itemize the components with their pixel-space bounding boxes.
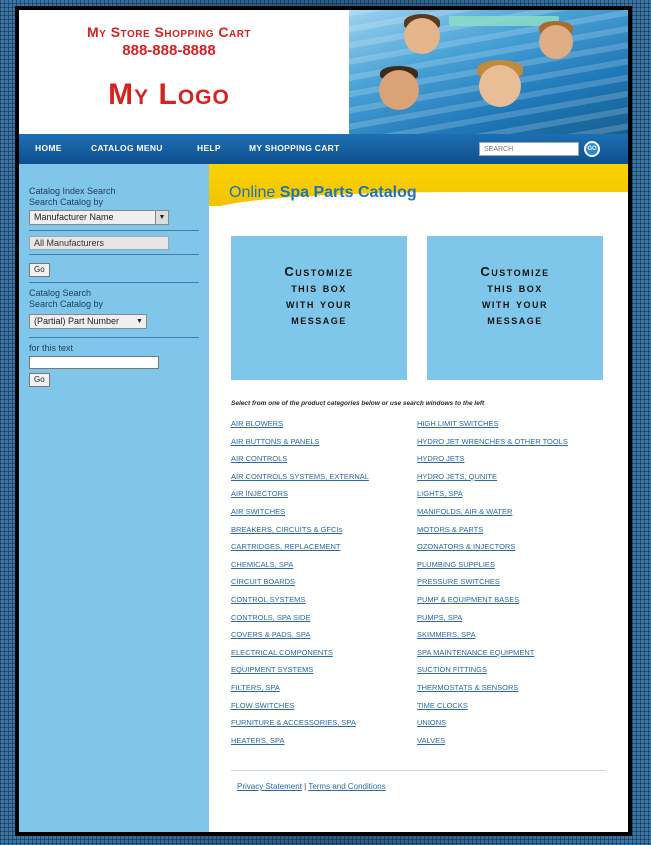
- promo-box-2[interactable]: Customize this box with your message: [427, 236, 603, 380]
- divider: [29, 254, 199, 255]
- category-link[interactable]: VALVES: [417, 732, 568, 750]
- search-input[interactable]: [479, 142, 579, 156]
- search-go-button[interactable]: GO: [584, 141, 600, 157]
- main-content: Online Spa Parts Catalog Customize this …: [209, 164, 628, 832]
- swimmer: [539, 25, 573, 59]
- catalog-search-label: Catalog Search: [29, 288, 92, 298]
- category-link[interactable]: THERMOSTATS & SENSORS: [417, 679, 568, 697]
- promo-box-1[interactable]: Customize this box with your message: [231, 236, 407, 380]
- category-link[interactable]: FLOW SWITCHES: [231, 697, 369, 715]
- store-name: My Store Shopping Cart: [86, 24, 252, 40]
- category-link[interactable]: FURNITURE & ACCESSORIES, SPA: [231, 714, 369, 732]
- header: My Store Shopping Cart 888-888-8888 My L…: [19, 10, 628, 134]
- category-link[interactable]: LIGHTS, SPA: [417, 485, 568, 503]
- category-link[interactable]: OZONATORS & INJECTORS: [417, 538, 568, 556]
- nav-my-shopping-cart[interactable]: MY SHOPPING CART: [249, 143, 340, 153]
- page: My Store Shopping Cart 888-888-8888 My L…: [19, 10, 628, 832]
- category-link[interactable]: HYDRO JETS: [417, 450, 568, 468]
- nav-catalog-menu[interactable]: CATALOG MENU: [91, 143, 163, 153]
- category-link[interactable]: PRESSURE SWITCHES: [417, 573, 568, 591]
- all-manufacturers-field[interactable]: All Manufacturers: [29, 236, 169, 250]
- category-link[interactable]: HEATERS, SPA: [231, 732, 369, 750]
- category-link[interactable]: PUMP & EQUIPMENT BASES: [417, 591, 568, 609]
- category-link[interactable]: HYDRO JETS, QUNITE: [417, 468, 568, 486]
- terms-and-conditions-link[interactable]: Terms and Conditions: [308, 782, 385, 791]
- category-link[interactable]: AIR CONTROLS SYSTEMS, EXTERNAL: [231, 468, 369, 486]
- catalog-search-go-button[interactable]: Go: [29, 373, 50, 387]
- category-link[interactable]: PUMPS, SPA: [417, 609, 568, 627]
- manufacturer-select-value: Manufacturer Name: [34, 212, 114, 222]
- search-text-input[interactable]: [29, 356, 159, 369]
- catalog-index-search-label: Catalog Index Search: [29, 186, 116, 196]
- category-link[interactable]: CONTROL SYSTEMS: [231, 591, 369, 609]
- promo-line: with your: [285, 296, 353, 311]
- store-logo[interactable]: My Logo: [49, 78, 289, 112]
- divider: [29, 282, 199, 283]
- manufacturer-select[interactable]: Manufacturer Name ▼: [29, 210, 169, 225]
- swimmer: [479, 65, 521, 107]
- category-link[interactable]: AIR INJECTORS: [231, 485, 369, 503]
- nav-help[interactable]: HELP: [197, 143, 221, 153]
- category-link[interactable]: CIRCUIT BOARDS: [231, 573, 369, 591]
- category-link[interactable]: HYDRO JET WRENCHES & OTHER TOOLS: [417, 433, 568, 451]
- store-phone: 888-888-8888: [122, 42, 216, 59]
- chevron-down-icon: ▼: [155, 211, 168, 224]
- category-list-right: HIGH LIMIT SWITCHES HYDRO JET WRENCHES &…: [417, 415, 568, 749]
- category-link[interactable]: CARTRIDGES, REPLACEMENT: [231, 538, 369, 556]
- promo-line: this box: [291, 280, 347, 295]
- category-link[interactable]: FILTERS, SPA: [231, 679, 369, 697]
- nav-bar: HOME CATALOG MENU HELP MY SHOPPING CART …: [19, 134, 628, 164]
- promo-line: this box: [487, 280, 543, 295]
- promo-line: with your: [481, 296, 549, 311]
- category-link[interactable]: EQUIPMENT SYSTEMS: [231, 661, 369, 679]
- privacy-statement-link[interactable]: Privacy Statement: [237, 782, 302, 791]
- divider: [29, 337, 199, 338]
- category-link[interactable]: AIR BUTTONS & PANELS: [231, 433, 369, 451]
- page-title-prefix: Online: [229, 184, 280, 201]
- category-list-left: AIR BLOWERS AIR BUTTONS & PANELS AIR CON…: [231, 415, 369, 749]
- for-this-text-label: for this text: [29, 343, 74, 353]
- category-link[interactable]: MOTORS & PARTS: [417, 521, 568, 539]
- part-number-select[interactable]: (Partial) Part Number ▼: [29, 314, 147, 329]
- page-frame: My Store Shopping Cart 888-888-8888 My L…: [15, 6, 632, 836]
- promo-line: Customize: [284, 264, 354, 279]
- header-banner-photo: [349, 10, 628, 134]
- divider: [29, 230, 199, 231]
- chevron-down-icon: ▼: [133, 315, 146, 328]
- page-title: Online Spa Parts Catalog: [229, 184, 417, 202]
- footer-divider: [231, 770, 606, 771]
- page-title-bold: Spa Parts Catalog: [279, 184, 417, 201]
- swimmer: [379, 70, 419, 110]
- category-link[interactable]: AIR SWITCHES: [231, 503, 369, 521]
- category-link[interactable]: HIGH LIMIT SWITCHES: [417, 415, 568, 433]
- search-catalog-by-label: Search Catalog by: [29, 197, 104, 207]
- category-link[interactable]: PLUMBING SUPPLIES: [417, 556, 568, 574]
- footer: Privacy Statement | Terms and Conditions: [237, 782, 386, 791]
- nav-home[interactable]: HOME: [35, 143, 62, 153]
- category-link[interactable]: SKIMMERS, SPA: [417, 626, 568, 644]
- search-catalog-by-label-2: Search Catalog by: [29, 299, 104, 309]
- swimmer: [404, 18, 440, 54]
- category-link[interactable]: COVERS & PADS, SPA: [231, 626, 369, 644]
- promo-line: message: [291, 312, 347, 327]
- category-link[interactable]: AIR BLOWERS: [231, 415, 369, 433]
- category-instruction: Select from one of the product categorie…: [231, 400, 485, 407]
- category-link[interactable]: ELECTRICAL COMPONENTS: [231, 644, 369, 662]
- category-link[interactable]: CHEMICALS, SPA: [231, 556, 369, 574]
- category-link[interactable]: MANIFOLDS, AIR & WATER: [417, 503, 568, 521]
- category-link[interactable]: AIR CONTROLS: [231, 450, 369, 468]
- promo-line: Customize: [480, 264, 550, 279]
- category-link[interactable]: BREAKERS, CIRCUITS & GFCIs: [231, 521, 369, 539]
- index-search-go-button[interactable]: Go: [29, 263, 50, 277]
- category-link[interactable]: TIME CLOCKS: [417, 697, 568, 715]
- left-sidebar: Catalog Index Search Search Catalog by M…: [19, 164, 209, 832]
- category-link[interactable]: SPA MAINTENANCE EQUIPMENT: [417, 644, 568, 662]
- part-number-select-value: (Partial) Part Number: [34, 316, 120, 326]
- category-link[interactable]: SUCTION FITTINGS: [417, 661, 568, 679]
- category-link[interactable]: UNIONS: [417, 714, 568, 732]
- category-link[interactable]: CONTROLS, SPA SIDE: [231, 609, 369, 627]
- promo-line: message: [487, 312, 543, 327]
